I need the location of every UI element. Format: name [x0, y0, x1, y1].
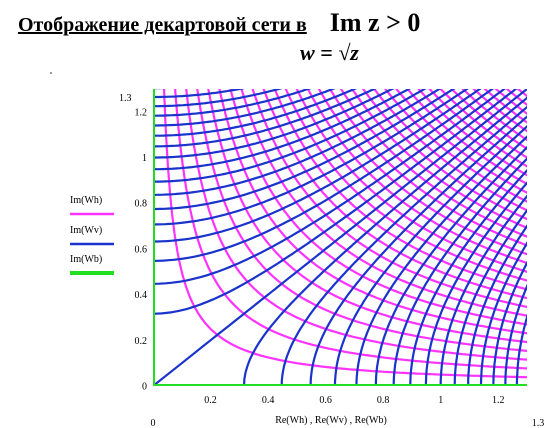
y-tick-label-2: 0.4	[135, 290, 148, 301]
y-tick-label-1: 0.2	[135, 336, 148, 347]
x-tick-label-5: 1	[438, 395, 443, 406]
y-tick-label-6: 1.2	[135, 107, 148, 118]
y-tick-label-3: 0.6	[135, 244, 148, 255]
x-max-label: 1.3	[532, 418, 545, 428]
y-tick-label-0: 0	[142, 382, 147, 393]
legend: Im(Wh) Im(Wv) Im(Wb)	[70, 195, 114, 275]
y-tick-label-5: 1	[142, 153, 147, 164]
legend-label-2: Im(Wb)	[70, 254, 102, 265]
x-tick-label-4: 0.8	[377, 395, 390, 406]
x-tick-label-1: 0.2	[204, 395, 217, 406]
series-im-wv-line-0	[153, 89, 169, 90]
x-tick-label-3: 0.6	[319, 395, 332, 406]
series-im-wv-line-1	[153, 89, 246, 99]
x-tick-label-6: 1.2	[492, 395, 505, 406]
legend-label-1: Im(Wv)	[70, 225, 102, 236]
x-min-label: 0	[151, 418, 156, 428]
chart-svg: 00.20.40.60.811.21.30.2 0.4 0.6 0.8 1 1.20 1.3…	[70, 89, 545, 428]
y-tick-label-4: 0.8	[135, 199, 148, 210]
x-tick-label-2: 0.4	[262, 395, 275, 406]
legend-label-0: Im(Wh)	[70, 195, 102, 206]
y-max-label: 1.3	[119, 93, 132, 104]
x-axis-label: Re(Wh) , Re(Wv) , Re(Wb)	[275, 415, 387, 426]
